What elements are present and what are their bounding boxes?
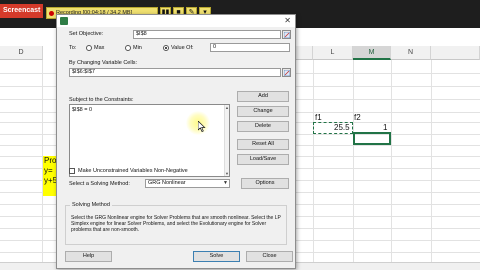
solving-method-value: GRG Nonlinear	[148, 180, 186, 186]
column-header-d[interactable]: D	[0, 46, 43, 60]
max-radio-label: Max	[94, 45, 105, 51]
cell-f1-value[interactable]: 25.5	[334, 123, 350, 132]
cell-f2-label[interactable]: f2	[354, 113, 361, 122]
collapse-dialog-button[interactable]	[282, 30, 291, 39]
max-radio[interactable]	[86, 45, 92, 51]
cell-f2-value[interactable]: 1	[383, 123, 387, 132]
collapse-dialog-button[interactable]	[282, 68, 291, 77]
min-radio-label: Min	[133, 45, 142, 51]
min-radio[interactable]	[125, 45, 131, 51]
solving-method-description: Select the GRG Nonlinear engine for Solv…	[71, 215, 281, 234]
column-header-k[interactable]	[296, 46, 313, 60]
reset-all-button[interactable]: Reset All	[237, 139, 289, 150]
scroll-up-icon[interactable]: ▲	[225, 105, 229, 110]
change-button[interactable]: Change	[237, 106, 289, 117]
range-select-icon	[284, 70, 290, 76]
set-objective-label: Set Objective:	[69, 31, 104, 37]
record-dot-icon	[49, 10, 54, 16]
dialog-titlebar[interactable]: ✕	[57, 15, 295, 27]
value-of-label: Value Of:	[171, 45, 194, 51]
solver-parameters-dialog: ✕ Set Objective: $I$8 To: Max Min Value …	[56, 14, 296, 269]
problem-line: y=	[44, 166, 53, 175]
problem-line: Pro	[44, 156, 57, 165]
value-of-radio[interactable]	[163, 45, 169, 51]
grid-line	[313, 60, 314, 270]
solving-method-label: Select a Solving Method:	[69, 181, 130, 187]
column-header-l[interactable]: L	[313, 46, 353, 60]
solving-method-select[interactable]: GRG Nonlinear ▼	[145, 179, 230, 188]
options-button[interactable]: Options	[241, 178, 289, 189]
value-of-field[interactable]: 0	[210, 43, 290, 52]
recorder-logo: Screencast	[0, 4, 44, 18]
solve-button[interactable]: Solve	[193, 251, 240, 262]
column-header-n[interactable]: N	[391, 46, 431, 60]
chevron-down-icon: ▼	[223, 180, 228, 186]
listbox-scrollbar[interactable]: ▲ ▼	[224, 105, 229, 176]
excel-icon	[60, 17, 68, 25]
range-select-icon	[284, 32, 290, 38]
help-button[interactable]: Help	[65, 251, 112, 262]
grid-line	[353, 60, 354, 270]
grid-line	[431, 60, 432, 270]
close-button[interactable]: Close	[246, 251, 293, 262]
set-objective-field[interactable]: $I$8	[133, 30, 281, 39]
mouse-cursor-icon	[198, 121, 206, 132]
column-header-o[interactable]	[431, 46, 480, 60]
changing-cells-label: By Changing Variable Cells:	[69, 60, 138, 66]
load-save-button[interactable]: Load/Save	[237, 154, 289, 165]
constraints-label: Subject to the Constraints:	[69, 97, 134, 103]
constraint-item[interactable]: $I$8 = 0	[72, 107, 92, 113]
delete-button[interactable]: Delete	[237, 121, 289, 132]
highlighted-problem-text[interactable]: Pro y= y+5	[43, 156, 57, 196]
dark-background	[296, 0, 480, 28]
to-label: To:	[69, 45, 77, 51]
solving-method-group-title: Solving Method	[70, 202, 112, 208]
grid-line	[391, 60, 392, 270]
cell-f1-label[interactable]: f1	[315, 113, 322, 122]
non-negative-label: Make Unconstrained Variables Non-Negativ…	[78, 168, 188, 174]
changing-cells-field[interactable]: $I$6:$I$7	[69, 68, 281, 77]
add-button[interactable]: Add	[237, 91, 289, 102]
problem-line: y+5	[44, 176, 57, 185]
non-negative-checkbox[interactable]	[69, 168, 75, 174]
scroll-down-icon[interactable]: ▼	[225, 171, 229, 176]
close-icon[interactable]: ✕	[284, 16, 291, 26]
column-header-m[interactable]: M	[353, 46, 391, 60]
selected-cell[interactable]	[353, 132, 391, 145]
